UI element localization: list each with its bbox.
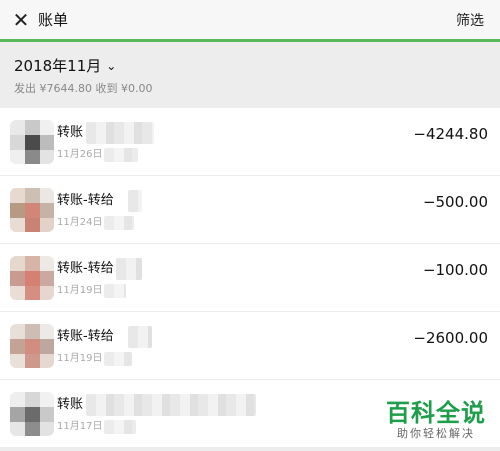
avatar [10,188,54,232]
redacted-time [104,148,138,162]
transaction-date: 11月24日 [57,217,103,228]
redacted-name [128,326,152,348]
transaction-row[interactable]: 转账-转给 11月19日 −2600.00 [0,312,500,380]
avatar [10,324,54,368]
transaction-date: 11月19日 [57,353,103,364]
avatar [10,120,54,164]
month-label: 2018年11月 [14,57,102,75]
redacted-name [116,258,142,280]
transaction-amount: −2600.00 [413,329,488,347]
transaction-amount: −100.00 [422,261,488,279]
close-icon[interactable]: ✕ [10,9,32,31]
watermark-subtitle: 助你轻松解决 [397,427,475,440]
redacted-name [86,394,256,416]
transaction-row[interactable]: 转账 11月26日 −4244.80 [0,108,500,176]
avatar [10,256,54,300]
transaction-row[interactable]: 转账-转给 11月19日 −100.00 [0,244,500,312]
transaction-date: 11月26日 [57,149,103,160]
month-summary: 2018年11月 ⌄ 发出 ¥7644.80 收到 ¥0.00 [0,42,500,108]
transaction-name: 转账 [57,125,84,140]
redacted-time [104,420,136,434]
redacted-name [128,190,142,212]
watermark-logo: 百科全说 [386,399,486,427]
redacted-time [104,352,132,366]
transaction-name: 转账 [57,397,84,412]
transaction-row[interactable]: 转账-转给 11月24日 −500.00 [0,176,500,244]
redacted-time [104,216,134,230]
transaction-amount: −500.00 [422,193,488,211]
watermark: 百科全说 助你轻松解决 [386,399,486,441]
avatar [10,392,54,436]
chevron-down-icon: ⌄ [106,59,117,73]
redacted-time [104,284,126,298]
transaction-date: 11月17日 [57,421,103,432]
redacted-name [86,122,154,144]
month-selector[interactable]: 2018年11月 ⌄ [14,56,116,76]
page-title: 账单 [38,11,69,29]
filter-button[interactable]: 筛选 [456,11,484,31]
transaction-date: 11月19日 [57,285,103,296]
transaction-name: 转账-转给 [57,329,114,344]
app-header: ✕ 账单 筛选 [0,0,500,42]
totals-text: 发出 ¥7644.80 收到 ¥0.00 [14,82,153,95]
transaction-amount: −4244.80 [413,125,488,143]
transaction-name: 转账-转给 [57,193,114,208]
transaction-name: 转账-转给 [57,261,114,276]
